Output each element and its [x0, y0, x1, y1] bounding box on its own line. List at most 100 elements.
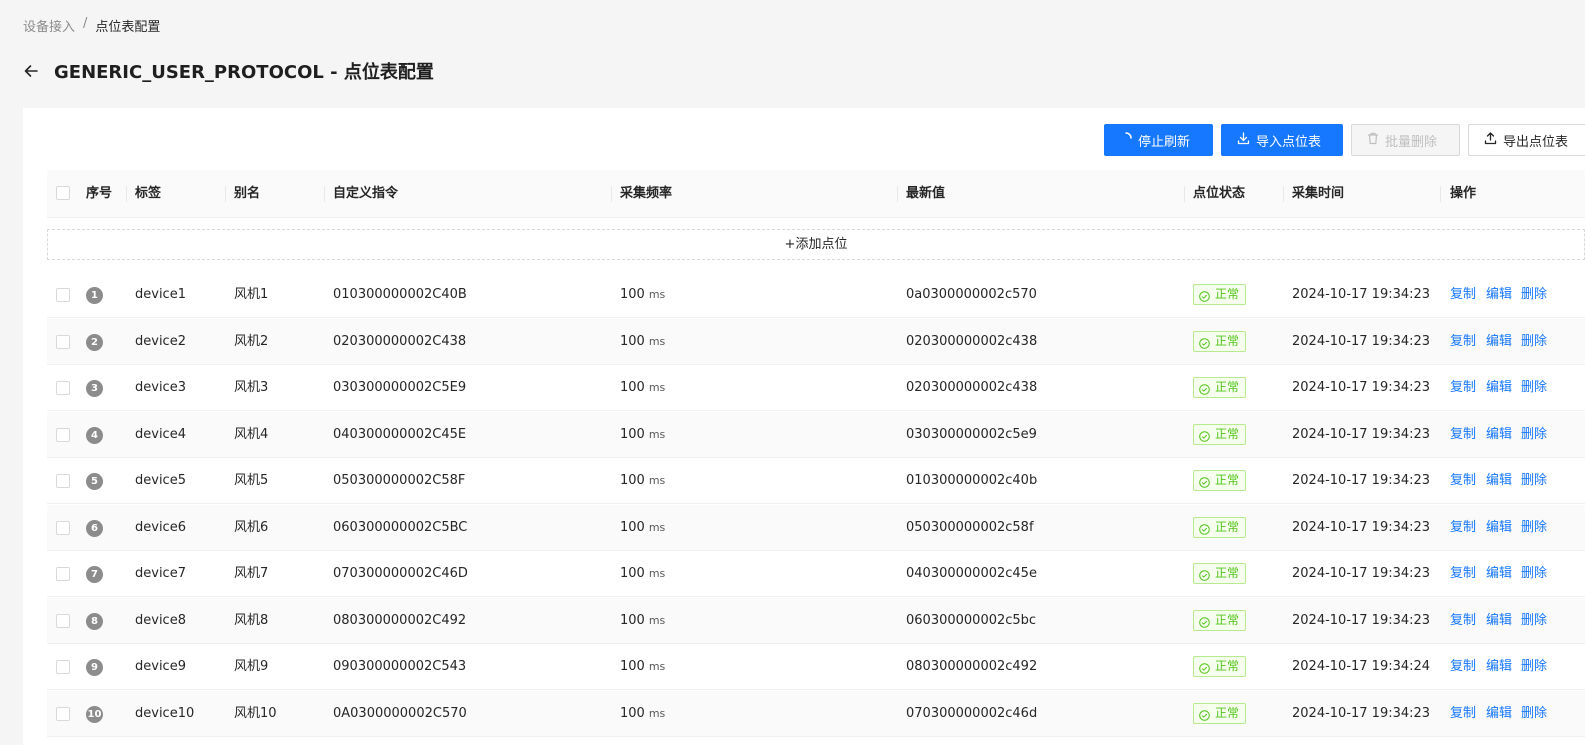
import-button[interactable]: 导入点位表	[1221, 124, 1343, 156]
check-circle-icon	[1199, 382, 1210, 395]
import-label: 导入点位表	[1256, 134, 1322, 150]
copy-link[interactable]: 复制	[1450, 551, 1476, 597]
frequency-unit: ms	[648, 474, 666, 487]
add-point-button[interactable]: +添加点位	[47, 229, 1585, 260]
delete-link[interactable]: 删除	[1521, 365, 1547, 411]
delete-link[interactable]: 删除	[1521, 319, 1547, 365]
frequency-unit: ms	[648, 706, 666, 720]
edit-link[interactable]: 编辑	[1486, 365, 1512, 411]
edit-link[interactable]: 编辑	[1486, 505, 1512, 551]
edit-link[interactable]: 编辑	[1486, 319, 1512, 365]
breadcrumb-current: 点位表配置	[95, 20, 161, 35]
edit-link[interactable]: 编辑	[1486, 272, 1512, 318]
row-checkbox[interactable]	[56, 427, 70, 442]
row-index-badge: 9	[86, 659, 103, 676]
frequency-unit: ms	[648, 567, 666, 580]
copy-link[interactable]: 复制	[1450, 505, 1476, 551]
frequency-cell: 100 ms	[620, 691, 665, 737]
row-checkbox[interactable]	[56, 613, 70, 628]
command-cell: 050300000002C58F	[333, 473, 466, 488]
tag-cell: device4	[135, 426, 186, 442]
copy-link[interactable]: 复制	[1450, 691, 1476, 737]
status-badge: 正常	[1193, 377, 1247, 398]
collect-time-cell: 2024-10-17 19:34:23	[1292, 705, 1431, 721]
copy-link[interactable]: 复制	[1450, 319, 1476, 365]
edit-link[interactable]: 编辑	[1486, 412, 1512, 458]
check-circle-icon	[1199, 661, 1210, 674]
edit-link[interactable]: 编辑	[1486, 551, 1512, 597]
frequency-cell: 100 ms	[620, 551, 665, 597]
status-badge: 正常	[1193, 609, 1247, 631]
edit-link[interactable]: 编辑	[1486, 644, 1512, 690]
tag-cell: device5	[135, 473, 186, 488]
status-label: 正常	[1215, 426, 1240, 441]
edit-link[interactable]: 编辑	[1486, 458, 1512, 504]
column-header: 别名	[234, 186, 261, 201]
delete-link[interactable]: 删除	[1521, 598, 1547, 644]
delete-link[interactable]: 删除	[1521, 458, 1547, 504]
column-header: 操作	[1450, 186, 1477, 201]
frequency-unit: ms	[648, 427, 666, 441]
row-checkbox[interactable]	[56, 567, 70, 581]
row-checkbox[interactable]	[56, 706, 70, 721]
copy-link[interactable]: 复制	[1450, 644, 1476, 690]
alias-cell: 风机3	[234, 380, 269, 395]
tag-cell: device2	[135, 333, 186, 349]
check-circle-icon	[1199, 708, 1210, 721]
edit-link[interactable]: 编辑	[1486, 691, 1512, 737]
command-cell: 060300000002C5BC	[333, 519, 468, 535]
copy-link[interactable]: 复制	[1450, 365, 1476, 411]
stop-refresh-button[interactable]: 停止刷新	[1104, 124, 1213, 156]
row-checkbox[interactable]	[56, 520, 70, 535]
collect-time-cell: 2024-10-17 19:34:23	[1292, 612, 1431, 628]
delete-link[interactable]: 删除	[1521, 551, 1547, 597]
select-all-checkbox[interactable]	[56, 186, 70, 200]
column-divider	[1283, 186, 1284, 202]
delete-link[interactable]: 删除	[1521, 691, 1547, 737]
command-cell: 0A0300000002C570	[333, 705, 467, 721]
frequency-value: 100	[620, 426, 645, 442]
latest-value-cell: 050300000002c58f	[906, 519, 1034, 535]
row-checkbox[interactable]	[56, 288, 70, 302]
batch-delete-button[interactable]: 批量删除	[1351, 124, 1460, 156]
check-circle-icon	[1199, 615, 1210, 628]
tag-cell: device3	[135, 380, 186, 395]
column-divider	[1440, 186, 1441, 202]
tag-cell: device8	[135, 612, 186, 628]
alias-cell: 风机8	[234, 612, 269, 628]
copy-link[interactable]: 复制	[1450, 272, 1476, 318]
delete-link[interactable]: 删除	[1521, 644, 1547, 690]
status-badge: 正常	[1193, 516, 1247, 538]
alias-cell: 风机4	[234, 426, 269, 442]
export-button[interactable]: 导出点位表	[1468, 124, 1585, 156]
command-cell: 040300000002C45E	[333, 426, 467, 442]
copy-link[interactable]: 复制	[1450, 458, 1476, 504]
row-checkbox[interactable]	[56, 474, 70, 488]
latest-value-cell: 0a0300000002c570	[906, 287, 1037, 302]
delete-link[interactable]: 删除	[1521, 412, 1547, 458]
breadcrumb-parent[interactable]: 设备接入	[23, 16, 75, 35]
alias-cell: 风机2	[234, 333, 269, 349]
row-checkbox[interactable]	[56, 334, 70, 349]
tag-cell: device7	[135, 566, 186, 581]
status-label: 正常	[1215, 705, 1240, 720]
copy-link[interactable]: 复制	[1450, 598, 1476, 644]
delete-link[interactable]: 删除	[1521, 272, 1547, 318]
delete-link[interactable]: 删除	[1521, 505, 1547, 551]
status-badge: 正常	[1193, 330, 1247, 352]
arrow-left-icon[interactable]	[20, 60, 42, 82]
command-cell: 010300000002C40B	[333, 287, 467, 302]
frequency-unit: ms	[648, 288, 666, 301]
row-index-badge: 7	[86, 566, 103, 583]
column-divider	[1184, 186, 1185, 202]
row-checkbox[interactable]	[56, 381, 70, 395]
table-row: 3 device3 风机3 030300000002C5E9 100 ms 02030000…	[47, 365, 1585, 411]
row-checkbox[interactable]	[56, 660, 70, 674]
status-badge: 正常	[1193, 470, 1247, 491]
table-row: 1 device1 风机1 010300000002C40B 100 ms 0a030000…	[47, 272, 1585, 318]
frequency-value: 100	[620, 612, 645, 628]
edit-link[interactable]: 编辑	[1486, 598, 1512, 644]
collect-time-cell: 2024-10-17 19:34:23	[1292, 287, 1431, 302]
frequency-cell: 100 ms	[620, 412, 665, 458]
copy-link[interactable]: 复制	[1450, 412, 1476, 458]
